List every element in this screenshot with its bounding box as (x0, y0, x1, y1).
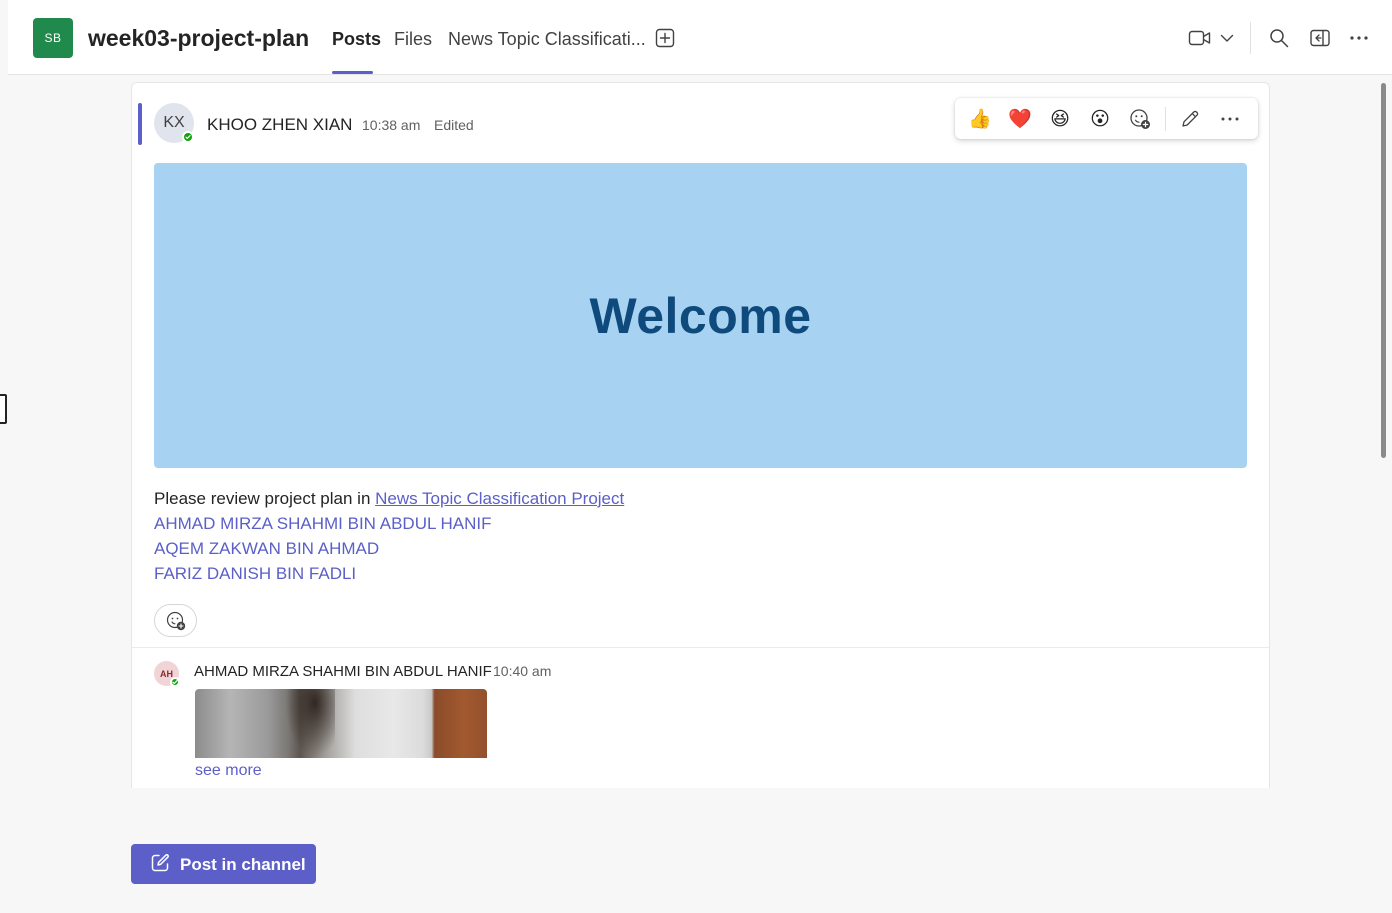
post-in-channel-button[interactable]: Post in channel (131, 844, 316, 884)
header-divider (1250, 22, 1251, 54)
reply-image-preview[interactable] (195, 689, 487, 758)
more-options-icon[interactable] (1347, 26, 1371, 50)
presence-available-icon (182, 131, 194, 143)
mention-aqem-zakwan[interactable]: AQEM ZAKWAN BIN AHMAD (154, 536, 624, 561)
selected-post-indicator (138, 103, 142, 145)
post-author[interactable]: KHOO ZHEN XIAN (207, 115, 352, 135)
welcome-banner: Welcome (154, 163, 1247, 468)
compose-icon (151, 854, 169, 872)
author-avatar[interactable]: KX (154, 103, 194, 143)
toolbar-divider (1165, 107, 1166, 131)
vertical-scrollbar[interactable] (1381, 83, 1386, 458)
channel-header: SB week03-project-plan Posts Files News … (8, 0, 1392, 75)
collapsed-panel-handle[interactable] (0, 394, 7, 424)
body-prefix: Please review project plan in (154, 489, 376, 508)
mention-ahmad-mirza[interactable]: AHMAD MIRZA SHAHMI BIN ABDUL HANIF (154, 511, 624, 536)
author-initials: KX (163, 114, 185, 131)
post-card: KX KHOO ZHEN XIAN 10:38 am Edited 👍 ❤️ 😆… (131, 82, 1270, 788)
post-in-channel-label: Post in channel (180, 855, 306, 874)
reply-author-avatar[interactable]: AH (154, 661, 180, 687)
post-body-line: Please review project plan in News Topic… (154, 486, 624, 511)
side-panel-icon[interactable] (1308, 26, 1332, 50)
tab-news-topic-classification[interactable]: News Topic Classificati... (448, 29, 646, 50)
reply-author[interactable]: AHMAD MIRZA SHAHMI BIN ABDUL HANIF (194, 663, 492, 680)
tab-files[interactable]: Files (394, 29, 432, 50)
laugh-reaction-button[interactable]: 😆 (1047, 106, 1073, 132)
banner-text: Welcome (589, 287, 812, 344)
post-body: Please review project plan in News Topic… (154, 486, 624, 586)
project-link[interactable]: News Topic Classification Project (375, 489, 624, 508)
more-actions-icon[interactable] (1217, 106, 1243, 132)
reply-time: 10:40 am (493, 663, 552, 679)
tab-posts[interactable]: Posts (332, 29, 381, 50)
add-tab-icon[interactable] (653, 26, 677, 50)
reaction-toolbar: 👍 ❤️ 😆 😮 (955, 98, 1258, 139)
surprised-reaction-button[interactable]: 😮 (1087, 106, 1113, 132)
like-reaction-button[interactable]: 👍 (967, 106, 993, 132)
mention-fariz-danish[interactable]: FARIZ DANISH BIN FADLI (154, 561, 624, 586)
team-avatar[interactable]: SB (33, 18, 73, 58)
presence-available-icon (170, 677, 180, 687)
video-camera-icon[interactable] (1188, 26, 1212, 50)
see-more-link[interactable]: see more (195, 762, 262, 780)
edit-pencil-icon[interactable] (1177, 106, 1203, 132)
heart-reaction-button[interactable]: ❤️ (1007, 106, 1033, 132)
chevron-down-icon[interactable] (1215, 26, 1239, 50)
reply-divider (132, 647, 1269, 648)
channel-title: week03-project-plan (88, 25, 310, 51)
post-time: 10:38 am (362, 117, 421, 133)
add-reaction-button[interactable] (154, 604, 197, 637)
search-icon[interactable] (1267, 26, 1291, 50)
active-tab-indicator (332, 71, 373, 74)
edited-label: Edited (434, 117, 474, 133)
add-reaction-icon (166, 611, 185, 630)
add-reaction-icon[interactable] (1127, 106, 1153, 132)
